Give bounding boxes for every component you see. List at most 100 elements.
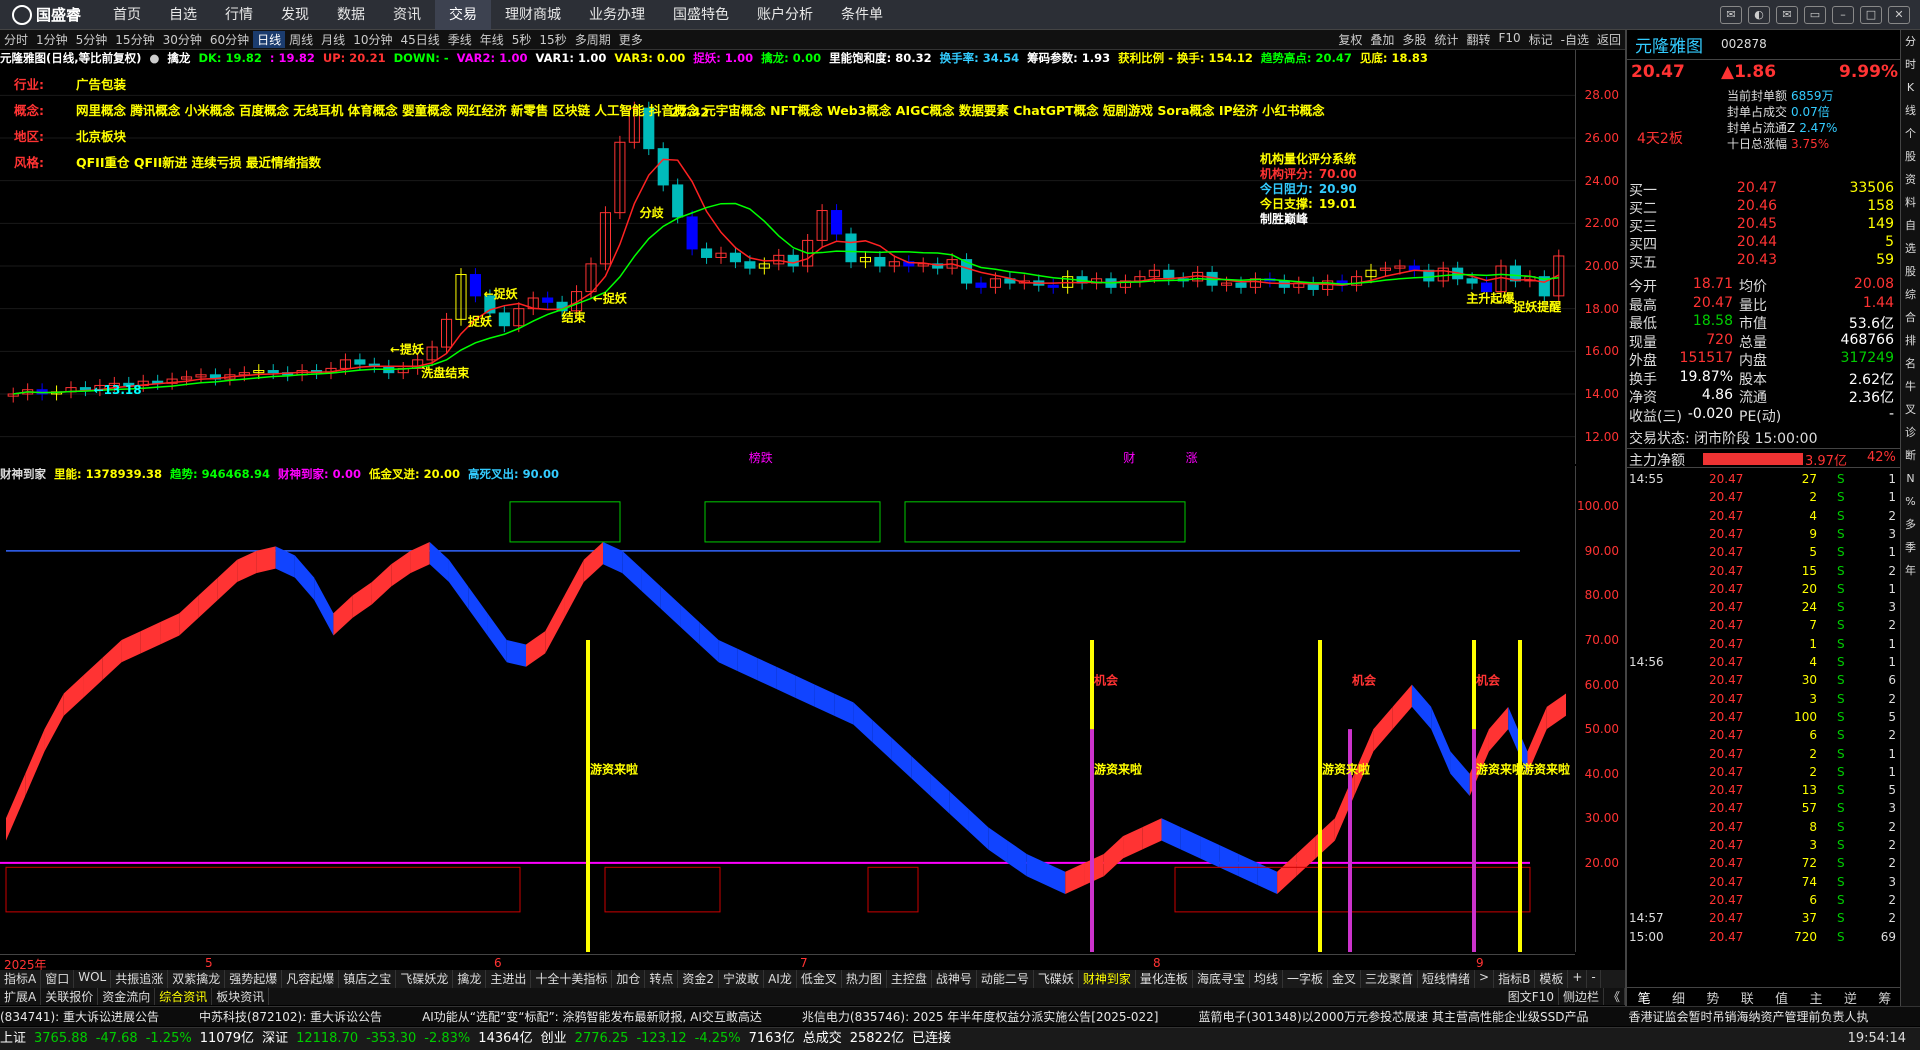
sidebar-item[interactable]: 诊 — [1901, 421, 1920, 444]
quote-tab[interactable]: 值 — [1765, 988, 1799, 1007]
chart-tool-button[interactable]: 多股 — [1398, 31, 1430, 48]
chart-tool-button[interactable]: 复权 — [1334, 31, 1366, 48]
indicator-tab[interactable]: 飞碟妖 — [1034, 970, 1079, 988]
indicator-tab[interactable]: 低金叉 — [797, 970, 842, 988]
sidebar-item[interactable]: 断 — [1901, 444, 1920, 467]
quote-tab[interactable]: 逆 — [1833, 988, 1867, 1007]
indicator-tab[interactable]: - — [1587, 970, 1601, 988]
nav-item[interactable]: 账户分析 — [743, 0, 827, 30]
indicator-tab[interactable]: 量化连板 — [1136, 970, 1193, 988]
news-item[interactable]: (834741): 重大诉讼进展公告 — [0, 1010, 159, 1024]
mail-icon[interactable]: ✉ — [1776, 5, 1798, 24]
indicator-tab[interactable]: 三龙聚首 — [1361, 970, 1419, 988]
indicator-tab[interactable]: 加仓 — [612, 970, 646, 988]
period-item[interactable]: 30分钟 — [159, 31, 206, 48]
indicator-tab[interactable]: 财神到家 — [1079, 970, 1136, 988]
sidebar-item[interactable]: 排 — [1901, 329, 1920, 352]
sidebar-item[interactable]: 线 — [1901, 99, 1920, 122]
chart-tool-button[interactable]: 叠加 — [1366, 31, 1398, 48]
news-item[interactable]: 兆信电力(835746): 2025 年半年度权益分派实施公告[2025-022… — [802, 1010, 1159, 1024]
indicator-tab[interactable]: WOL — [74, 970, 112, 988]
period-item[interactable]: 月线 — [317, 31, 349, 48]
sidebar-item[interactable]: 季 — [1901, 536, 1920, 559]
indicator-tab[interactable]: 指标A — [0, 970, 42, 988]
sidebar-item[interactable]: 资 — [1901, 168, 1920, 191]
indicator-tab[interactable]: 主进出 — [486, 970, 532, 988]
quote-tab[interactable]: 细 — [1661, 988, 1695, 1007]
quote-tab[interactable]: 联 — [1730, 988, 1764, 1007]
nav-item[interactable]: 条件单 — [827, 0, 897, 30]
nav-item[interactable]: 自选 — [155, 0, 211, 30]
sidebar-item[interactable]: 时 — [1901, 53, 1920, 76]
period-item[interactable]: 60分钟 — [206, 31, 253, 48]
period-item[interactable]: 5秒 — [508, 31, 536, 48]
sidebar-item[interactable]: 个 — [1901, 122, 1920, 145]
nav-item[interactable]: 国盛特色 — [659, 0, 743, 30]
sidebar-item[interactable]: 股 — [1901, 145, 1920, 168]
indicator-tab[interactable]: > — [1475, 970, 1495, 988]
info-tab-right[interactable]: 图文F10 — [1504, 988, 1559, 1005]
indicator-tab[interactable]: 均线 — [1250, 970, 1283, 988]
sidebar-item[interactable]: 名 — [1901, 352, 1920, 375]
indicator-tab[interactable]: + — [1568, 970, 1588, 988]
period-item[interactable]: 10分钟 — [349, 31, 396, 48]
quote-tab[interactable]: 主 — [1799, 988, 1833, 1007]
sidebar-item[interactable]: 综 — [1901, 283, 1920, 306]
period-item[interactable]: 5分钟 — [72, 31, 112, 48]
minimize-icon[interactable]: – — [1832, 5, 1854, 24]
indicator-tab[interactable]: 窗口 — [41, 970, 75, 988]
news-item[interactable]: AI功能从“选配”变“标配”: 涂鸦智能发布最新财报, AI交互敢高达 — [422, 1010, 762, 1024]
period-item[interactable]: 更多 — [615, 31, 647, 48]
sidebar-item[interactable]: 选 — [1901, 237, 1920, 260]
indicator-tab[interactable]: 转点 — [645, 970, 679, 988]
indicator-tab[interactable]: 资金2 — [678, 970, 720, 988]
nav-item[interactable]: 行情 — [211, 0, 267, 30]
maximize-icon[interactable]: □ — [1860, 5, 1882, 24]
sidebar-item[interactable]: N — [1901, 467, 1920, 490]
indicator-tab[interactable]: 强势起爆 — [225, 970, 283, 988]
indicator-tab[interactable]: 海底寻宝 — [1193, 970, 1250, 988]
sidebar-item[interactable]: K — [1901, 76, 1920, 99]
indicator-tab[interactable]: 战神号 — [932, 970, 977, 988]
period-item[interactable]: 多周期 — [571, 31, 615, 48]
news-item[interactable]: 香港证监会暂时吊销海纳资产管理前负责人执 — [1628, 1010, 1868, 1024]
indicator-tab[interactable]: 动能二号 — [977, 970, 1034, 988]
nav-item[interactable]: 交易 — [435, 0, 492, 30]
quote-tab[interactable]: 笔 — [1627, 988, 1661, 1007]
period-item[interactable]: 15秒 — [535, 31, 570, 48]
sidebar-item[interactable]: 合 — [1901, 306, 1920, 329]
indicator-tab[interactable]: 镇店之宝 — [339, 970, 397, 988]
chart-tool-button[interactable]: F10 — [1494, 31, 1524, 48]
nav-item[interactable]: 业务办理 — [575, 0, 659, 30]
sidebar-item[interactable]: 股 — [1901, 260, 1920, 283]
chart-tool-button[interactable]: 翻转 — [1462, 31, 1494, 48]
period-item[interactable]: 周线 — [285, 31, 317, 48]
indicator-tab[interactable]: 擒龙 — [453, 970, 487, 988]
quote-tab[interactable]: 势 — [1696, 988, 1730, 1007]
skin-icon[interactable]: ◐ — [1748, 5, 1770, 24]
indicator-tab[interactable]: 热力图 — [842, 970, 887, 988]
indicator2-chart[interactable]: 游资来啦 游资来啦 游资来啦 游资来啦游资来啦机会 机会 机会 — [0, 482, 1575, 952]
sidebar-item[interactable]: 年 — [1901, 559, 1920, 582]
indicator-tab[interactable]: 宁波敢 — [719, 970, 765, 988]
sidebar-item[interactable]: % — [1901, 490, 1920, 513]
indicator-tab[interactable]: 共振追涨 — [111, 970, 169, 988]
indicator-tab[interactable]: 飞碟妖龙 — [396, 970, 454, 988]
info-tab[interactable]: 扩展A — [0, 988, 42, 1005]
screen-icon[interactable]: ▭ — [1804, 5, 1826, 24]
info-tab[interactable]: 资金流向 — [98, 988, 156, 1005]
close-icon[interactable]: ✕ — [1888, 5, 1910, 24]
quote-tab[interactable]: 筹 — [1868, 988, 1902, 1007]
info-tab[interactable]: 板块资讯 — [212, 988, 270, 1005]
chart-tool-button[interactable]: 标记 — [1525, 31, 1557, 48]
sidebar-item[interactable]: 牛 — [1901, 375, 1920, 398]
indicator-tab[interactable]: AI龙 — [764, 970, 797, 988]
nav-item[interactable]: 资讯 — [379, 0, 435, 30]
chart-tool-button[interactable]: -自选 — [1557, 31, 1593, 48]
period-item[interactable]: 45日线 — [396, 31, 443, 48]
message-icon[interactable]: ✉ — [1720, 5, 1742, 24]
period-item[interactable]: 季线 — [444, 31, 476, 48]
indicator-tab[interactable]: 双紫擒龙 — [168, 970, 226, 988]
nav-item[interactable]: 发现 — [267, 0, 323, 30]
indicator-tab[interactable]: 短线情绪 — [1418, 970, 1476, 988]
